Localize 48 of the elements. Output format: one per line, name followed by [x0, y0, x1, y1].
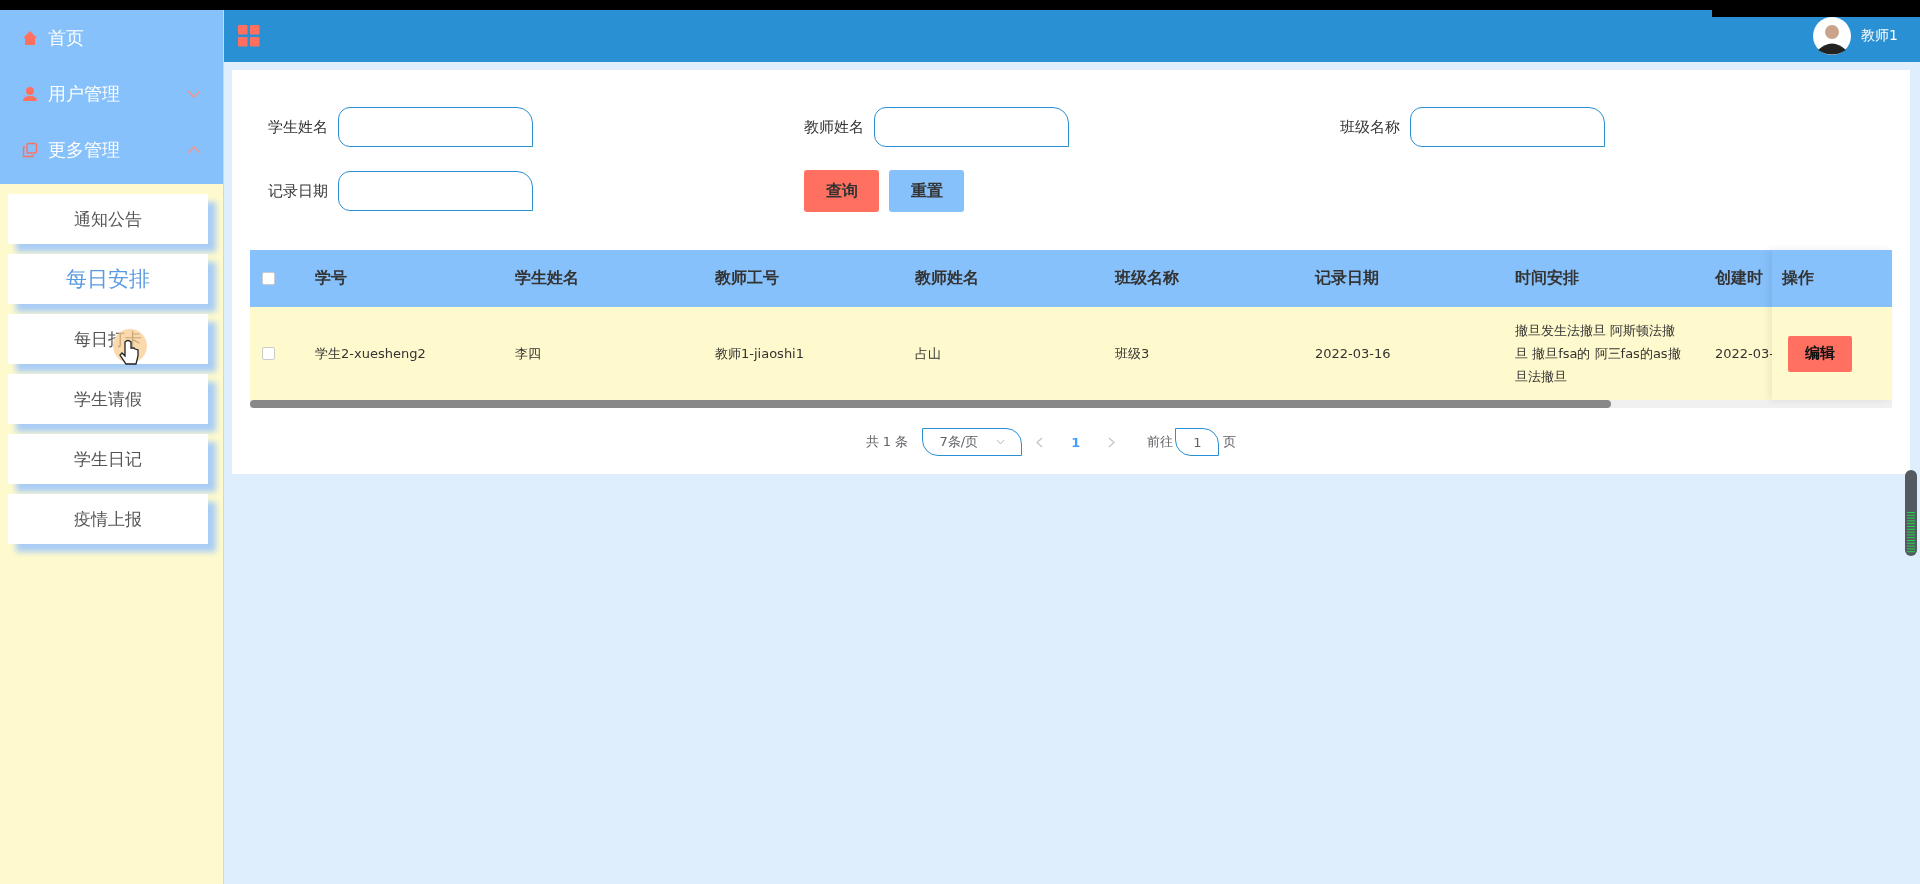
search-button[interactable]: 查询 — [804, 170, 879, 212]
chevron-down-icon — [996, 439, 1006, 445]
chevron-left-icon[interactable] — [1036, 436, 1044, 448]
table-cell-text: 李四 — [515, 344, 542, 363]
submenu-item[interactable]: 通知公告 — [8, 194, 208, 244]
table-cell-text: 学生2-xuesheng2 — [315, 344, 427, 363]
select-all-checkbox[interactable] — [262, 272, 275, 285]
copy-icon — [22, 142, 38, 158]
field-label: 记录日期 — [268, 181, 328, 201]
home-icon — [22, 30, 38, 46]
row-checkbox[interactable] — [262, 347, 275, 360]
table-cell-text: 占山 — [915, 344, 942, 363]
input-field[interactable] — [338, 107, 533, 147]
total-count: 共 1 条 — [865, 433, 909, 451]
user-icon — [22, 86, 38, 102]
column-header: 操作 — [1782, 268, 1814, 289]
submenu-item[interactable]: 学生请假 — [8, 374, 208, 424]
page-suffix: 页 — [1223, 433, 1237, 451]
user-name[interactable]: 教师1 — [1861, 27, 1898, 45]
field-label: 教师姓名 — [804, 117, 864, 137]
goto-label: 前往 — [1147, 433, 1174, 451]
column-header: 学号 — [315, 268, 348, 289]
input-field[interactable] — [338, 171, 533, 211]
reset-button[interactable]: 重置 — [889, 170, 964, 212]
submenu-item[interactable]: 疫情上报 — [8, 494, 208, 544]
input-field[interactable] — [874, 107, 1069, 147]
column-header: 时间安排 — [1515, 268, 1580, 289]
table-cell-text: 撤旦发生法撤旦 阿斯顿法撤旦 撤旦fsa的 阿三fas的as撤旦法撤旦 — [1515, 322, 1681, 386]
avatar-icon[interactable] — [1813, 17, 1852, 55]
table-cell-text: 教师1-jiaoshi1 — [715, 344, 805, 363]
chevron-right-icon[interactable] — [1108, 436, 1116, 448]
field-label: 班级名称 — [1340, 117, 1400, 137]
submenu-item[interactable]: 学生日记 — [8, 434, 208, 484]
edit-button[interactable]: 编辑 — [1788, 335, 1852, 372]
column-header: 教师姓名 — [915, 268, 980, 289]
table-cell: 2022-03- — [1715, 346, 1773, 361]
column-header: 记录日期 — [1315, 268, 1380, 289]
page-size-select[interactable]: 7条/页 — [922, 428, 1023, 456]
column-header: 教师工号 — [715, 268, 780, 289]
column-header: 班级名称 — [1115, 268, 1180, 289]
input-field[interactable] — [1410, 107, 1605, 147]
column-header: 创建时 — [1715, 268, 1764, 289]
column-header: 学生姓名 — [515, 268, 580, 289]
goto-page-field[interactable]: 1 — [1175, 428, 1220, 456]
horizontal-scrollbar[interactable] — [250, 400, 1892, 408]
table-cell-text: 班级3 — [1115, 344, 1151, 363]
field-label: 学生姓名 — [268, 117, 328, 137]
table-cell-text: 2022-03-16 — [1315, 346, 1392, 361]
